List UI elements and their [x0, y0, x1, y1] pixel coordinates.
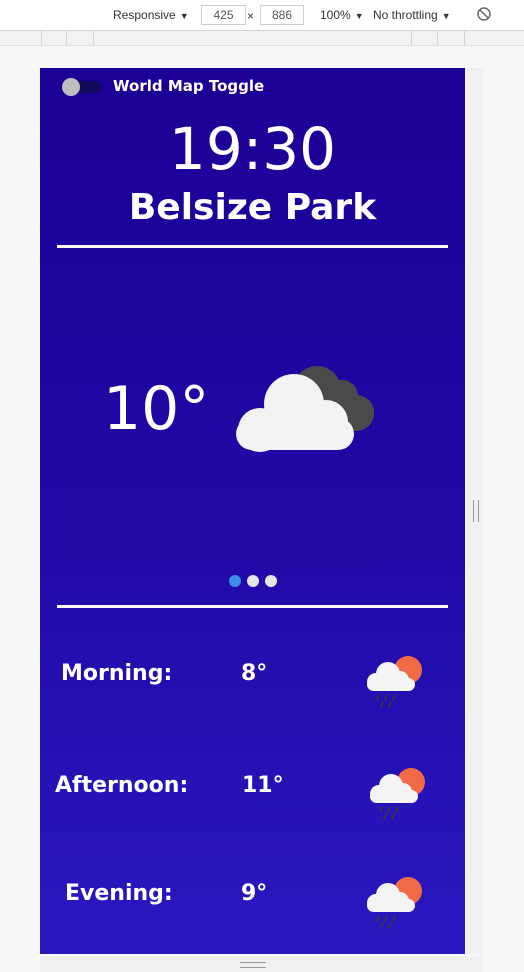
grip-icon — [240, 962, 266, 968]
forecast-morning-label: Morning: — [61, 661, 173, 686]
rain-sun-cloud-icon — [367, 877, 422, 929]
world-map-toggle-label: World Map Toggle — [113, 77, 265, 95]
dropdown-caret-icon: ▼ — [354, 11, 364, 21]
resize-handle-bottom[interactable] — [40, 956, 483, 972]
rain-sun-cloud-icon — [370, 768, 425, 820]
carousel-dot-2[interactable] — [247, 575, 259, 587]
devtools-toolbar: Responsive ▼ 425 × 886 100% ▼ No throttlin… — [0, 0, 524, 31]
location-name: Belsize Park — [128, 187, 377, 228]
carousel-dot-3[interactable] — [265, 575, 277, 587]
forecast-afternoon-label: Afternoon: — [55, 773, 189, 798]
rotate-icon[interactable] — [476, 6, 492, 22]
forecast-afternoon-temp: 11° — [242, 773, 284, 798]
zoom-select[interactable]: 100% ▼ — [320, 8, 364, 22]
zoom-label: 100% — [320, 8, 351, 22]
device-mode-label: Responsive — [113, 8, 176, 22]
rain-sun-cloud-icon — [367, 656, 422, 708]
divider — [57, 245, 448, 248]
dropdown-caret-icon: ▼ — [441, 11, 451, 21]
grip-icon — [473, 500, 479, 522]
divider — [57, 605, 448, 608]
forecast-morning-temp: 8° — [241, 661, 268, 686]
carousel-indicator — [229, 575, 279, 587]
device-mode-select[interactable]: Responsive ▼ — [113, 8, 189, 22]
weather-app: World Map Toggle 19:30 Belsize Park 10° … — [40, 68, 465, 954]
dimension-separator: × — [247, 9, 255, 23]
height-input[interactable]: 886 — [260, 5, 304, 25]
world-map-toggle[interactable] — [62, 78, 102, 96]
current-temperature: 10° — [103, 374, 210, 444]
dropdown-caret-icon: ▼ — [179, 11, 189, 21]
throttling-label: No throttling — [373, 8, 438, 22]
forecast-evening-label: Evening: — [65, 881, 173, 906]
media-query-ruler — [0, 31, 524, 46]
width-input[interactable]: 425 — [201, 5, 246, 25]
toggle-knob — [62, 78, 80, 96]
carousel-dot-1[interactable] — [229, 575, 241, 587]
throttling-select[interactable]: No throttling ▼ — [373, 8, 451, 22]
cloudy-icon — [236, 366, 374, 452]
resize-handle-right[interactable] — [467, 68, 483, 954]
forecast-evening-temp: 9° — [241, 881, 268, 906]
current-time: 19:30 — [168, 115, 337, 183]
